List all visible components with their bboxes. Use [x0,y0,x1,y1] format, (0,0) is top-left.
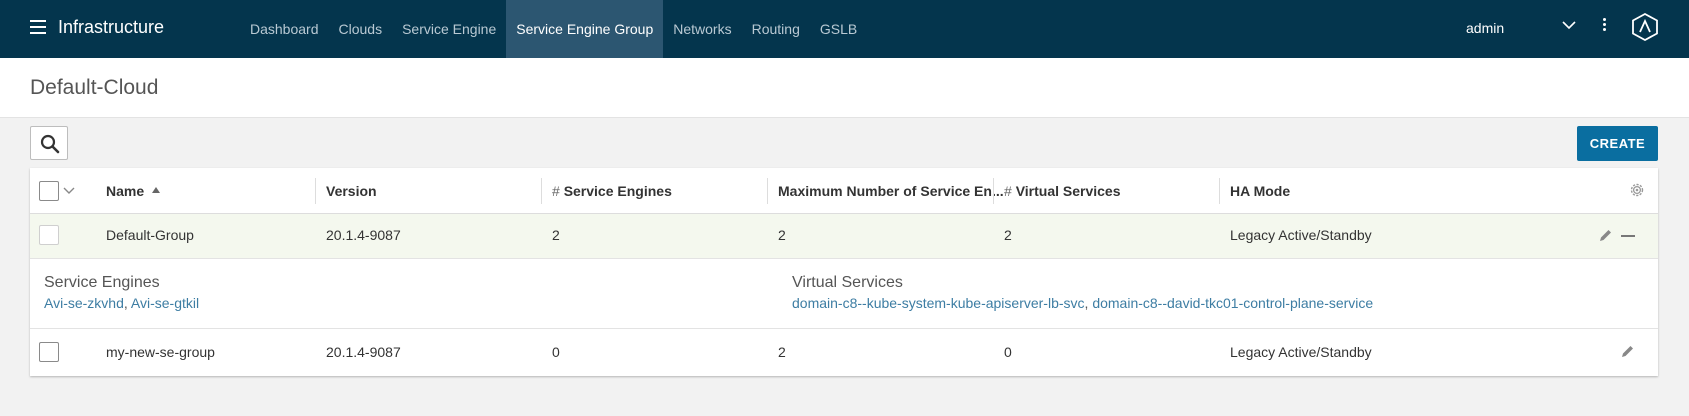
service-engine-link[interactable]: Avi-se-zkvhd [44,295,124,311]
column-header-hash: # [1004,183,1012,199]
cell-ha-mode: Legacy Active/Standby [1230,227,1372,243]
nav-gslb[interactable]: GSLB [810,0,867,58]
column-divider[interactable] [1219,178,1220,204]
column-divider[interactable] [993,178,994,204]
collapse-row-icon[interactable] [1621,235,1635,237]
service-engine-link[interactable]: Avi-se-gtkil [131,295,199,311]
search-button[interactable] [30,126,68,160]
column-divider[interactable] [767,178,768,204]
gear-icon[interactable] [1628,181,1646,199]
avi-logo-icon[interactable] [1632,13,1658,41]
expanded-row-detail: Service Engines Avi-se-zkvhd, Avi-se-gtk… [30,259,1658,329]
column-header-version[interactable]: Version [326,183,377,199]
create-button[interactable]: CREATE [1577,126,1658,161]
nav-clouds[interactable]: Clouds [329,0,393,58]
nav-dashboard[interactable]: Dashboard [240,0,329,58]
cell-name: my-new-se-group [106,344,215,360]
column-header-hash: # [552,183,560,199]
detail-service-engines-title: Service Engines [44,274,160,291]
search-icon [40,134,60,154]
column-header-service-engines[interactable]: # Service Engines [552,183,672,199]
main-nav: Dashboard Clouds Service Engine Service … [240,0,867,58]
nav-service-engine[interactable]: Service Engine [392,0,506,58]
column-header-ha-mode[interactable]: HA Mode [1230,183,1290,199]
cell-service-engines: 2 [552,227,560,243]
cell-service-engines: 0 [552,344,560,360]
row-checkbox[interactable] [39,342,59,362]
select-all-checkbox[interactable] [39,181,59,201]
se-group-table: Name Version # Service Engines Maximum N… [30,168,1658,376]
hamburger-menu-icon[interactable] [30,20,46,34]
virtual-service-link[interactable]: domain-c8--david-tkc01-control-plane-ser… [1092,295,1373,311]
column-header-virtual-services[interactable]: # Virtual Services [1004,183,1121,199]
chevron-down-icon[interactable] [1561,17,1577,33]
column-header-service-engines-label: Service Engines [563,183,672,199]
detail-virtual-services-links: domain-c8--kube-system-kube-apiserver-lb… [792,295,1373,311]
cell-max-service-engines: 2 [778,344,786,360]
app-title: Infrastructure [58,17,165,37]
cell-virtual-services: 0 [1004,344,1012,360]
cell-name: Default-Group [106,227,194,243]
chevron-down-icon[interactable] [63,186,75,196]
row-checkbox[interactable] [39,225,59,245]
cell-virtual-services: 2 [1004,227,1012,243]
user-name[interactable]: admin [1466,20,1504,36]
edit-pencil-icon[interactable] [1598,228,1613,243]
page-header: Default-Cloud [0,58,1689,118]
table-row[interactable]: Default-Group 20.1.4-9087 2 2 2 Legacy A… [30,214,1658,259]
cell-ha-mode: Legacy Active/Standby [1230,344,1372,360]
cell-max-service-engines: 2 [778,227,786,243]
virtual-service-link[interactable]: domain-c8--kube-system-kube-apiserver-lb… [792,295,1085,311]
page-title: Default-Cloud [30,76,159,99]
cell-version: 20.1.4-9087 [326,344,401,360]
nav-networks[interactable]: Networks [663,0,741,58]
nav-service-engine-group[interactable]: Service Engine Group [506,0,664,58]
column-header-name[interactable]: Name [106,183,161,199]
nav-routing[interactable]: Routing [742,0,810,58]
column-header-virtual-services-label: Virtual Services [1015,183,1121,199]
cell-version: 20.1.4-9087 [326,227,401,243]
column-divider[interactable] [541,178,542,204]
column-header-name-label: Name [106,183,145,199]
column-header-max-service-engines[interactable]: Maximum Number of Service En... [778,183,1004,199]
edit-pencil-icon[interactable] [1620,344,1635,359]
sort-ascending-icon [152,187,161,193]
table-header-row: Name Version # Service Engines Maximum N… [30,168,1658,214]
column-divider[interactable] [315,178,316,204]
detail-service-engines-links: Avi-se-zkvhd, Avi-se-gtkil [44,295,199,311]
top-navigation-bar: Infrastructure Dashboard Clouds Service … [0,0,1689,58]
table-row[interactable]: my-new-se-group 20.1.4-9087 0 2 0 Legacy… [30,329,1658,376]
detail-virtual-services-title: Virtual Services [792,274,903,291]
more-options-icon[interactable] [1601,18,1607,36]
link-separator: , [123,295,131,311]
